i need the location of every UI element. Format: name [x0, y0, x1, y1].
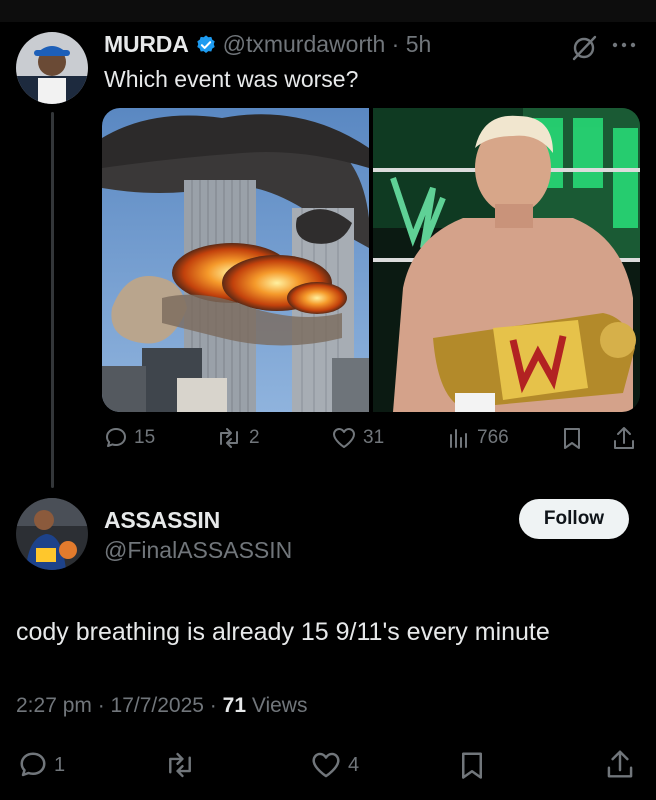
avatar[interactable]	[16, 32, 88, 104]
follow-button[interactable]: Follow	[519, 499, 629, 539]
more-icon[interactable]	[612, 40, 636, 50]
reply-count: 15	[134, 427, 156, 448]
share-button[interactable]	[605, 748, 635, 780]
display-name[interactable]: ASSASSIN	[104, 507, 220, 534]
repost-icon	[169, 752, 191, 778]
reply-icon	[20, 752, 46, 777]
parent-tweet-header: MURDA @txmurdaworth · 5h	[104, 31, 431, 58]
repost-button[interactable]: 2	[215, 426, 260, 450]
reply-button[interactable]: 1	[18, 750, 65, 780]
display-name[interactable]: MURDA	[104, 31, 189, 58]
like-button[interactable]: 31	[331, 426, 384, 450]
views-icon	[450, 429, 467, 448]
heart-icon	[312, 752, 340, 778]
status-bar	[0, 0, 656, 22]
reply-handle-row: @FinalASSASSIN	[104, 537, 292, 564]
heart-icon	[333, 428, 355, 448]
repost-icon	[220, 428, 238, 448]
repost-button[interactable]	[163, 750, 203, 780]
like-count: 4	[348, 753, 360, 776]
reply-tweet-text: cody breathing is already 15 9/11's ever…	[16, 618, 550, 646]
reply-icon	[106, 428, 126, 447]
tweet-text: Which event was worse?	[104, 66, 359, 92]
bookmark-button[interactable]	[458, 750, 486, 780]
reply-count: 1	[54, 753, 66, 776]
views-button[interactable]: 766	[447, 426, 509, 450]
share-icon	[607, 750, 633, 778]
tweet-metadata: 2:27 pm · 17/7/2025 · 71 Views	[16, 694, 307, 718]
handle[interactable]: @FinalASSASSIN	[104, 537, 292, 564]
separator-dot: ·	[385, 31, 406, 57]
tweet-timestamp[interactable]: 2:27 pm · 17/7/2025 ·	[16, 694, 223, 717]
thread-connector-line	[51, 112, 54, 488]
reply-tweet-header: ASSASSIN	[104, 507, 220, 534]
like-count: 31	[363, 427, 385, 448]
media-image-towers[interactable]	[102, 108, 369, 412]
bookmark-icon	[462, 752, 482, 779]
bookmark-icon	[564, 428, 580, 449]
tweet-time[interactable]: 5h	[406, 31, 432, 58]
view-count: 766	[477, 427, 509, 448]
avatar[interactable]	[16, 498, 88, 570]
views-label: Views	[246, 694, 308, 717]
bookmark-button[interactable]	[561, 426, 583, 450]
handle[interactable]: @txmurdaworth	[223, 31, 386, 58]
reply-button[interactable]: 15	[104, 426, 155, 450]
view-count: 71	[222, 694, 246, 717]
grok-icon[interactable]	[570, 34, 598, 62]
tweet-media[interactable]	[102, 108, 640, 412]
verified-badge-icon	[196, 34, 215, 53]
media-image-wrestler[interactable]	[373, 108, 640, 412]
repost-count: 2	[249, 427, 260, 448]
share-icon	[614, 427, 634, 449]
like-button[interactable]: 4	[310, 750, 359, 780]
share-button[interactable]	[612, 425, 636, 451]
